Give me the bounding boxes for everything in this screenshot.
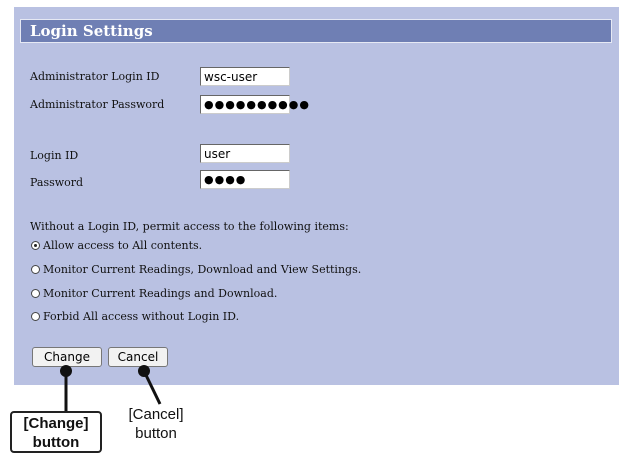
settings-panel [14, 7, 619, 385]
admin-login-id-field[interactable] [200, 67, 290, 86]
radio-icon[interactable] [31, 289, 40, 298]
access-option-label: Monitor Current Readings, Download and V… [43, 263, 362, 276]
password-label: Password [30, 176, 84, 189]
admin-password-field[interactable]: ●●●●●●●●●● [200, 95, 309, 114]
cancel-callout-label: [Cancel] button [116, 405, 196, 443]
change-callout-label: [Change] button [10, 411, 102, 453]
radio-icon[interactable] [31, 312, 40, 321]
access-option-label: Monitor Current Readings and Download. [43, 287, 278, 300]
admin-password-label: Administrator Password [30, 98, 165, 111]
access-prompt: Without a Login ID, permit access to the… [30, 220, 349, 233]
change-callout-line2: button [32, 434, 80, 451]
cancel-callout-line1: [Cancel] [128, 406, 184, 423]
access-option-all[interactable]: Allow access to All contents. [31, 239, 202, 252]
section-header: Login Settings [20, 19, 612, 43]
access-option-monitor-download[interactable]: Monitor Current Readings and Download. [31, 287, 277, 300]
access-option-label: Allow access to All contents. [43, 239, 203, 252]
radio-selected-icon[interactable] [31, 241, 40, 250]
access-option-label: Forbid All access without Login ID. [43, 310, 240, 323]
password-field[interactable]: ●●●● [200, 170, 290, 189]
cancel-button[interactable]: Cancel [108, 347, 168, 367]
login-id-label: Login ID [30, 149, 79, 162]
access-option-monitor-download-view[interactable]: Monitor Current Readings, Download and V… [31, 263, 361, 276]
section-title: Login Settings [30, 22, 153, 40]
admin-login-id-label: Administrator Login ID [30, 70, 160, 83]
change-callout-line1: [Change] [23, 415, 89, 432]
login-id-field[interactable] [200, 144, 290, 163]
change-button[interactable]: Change [32, 347, 102, 367]
cancel-callout-line2: button [135, 425, 177, 442]
radio-icon[interactable] [31, 265, 40, 274]
access-option-forbid[interactable]: Forbid All access without Login ID. [31, 310, 239, 323]
